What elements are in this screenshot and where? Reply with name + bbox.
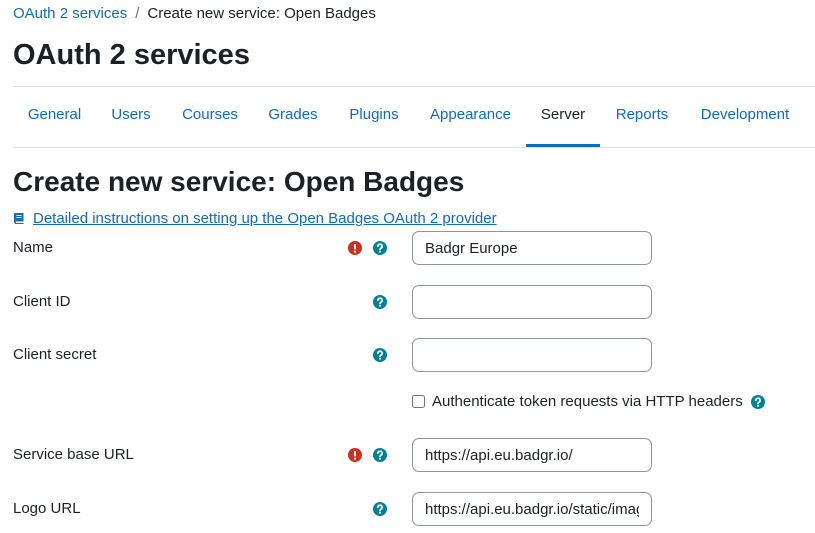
name-input[interactable] xyxy=(412,231,652,265)
auth-header-checkbox[interactable] xyxy=(412,395,425,408)
tab-appearance[interactable]: Appearance xyxy=(416,87,525,145)
logo-url-label: Logo URL xyxy=(13,500,81,517)
admin-tabs: General Users Courses Grades Plugins App… xyxy=(13,86,815,148)
help-icon[interactable] xyxy=(751,395,765,409)
client-id-label: Client ID xyxy=(13,293,71,310)
tab-grades[interactable]: Grades xyxy=(256,87,330,145)
tab-general[interactable]: General xyxy=(13,87,96,145)
tab-courses[interactable]: Courses xyxy=(167,87,253,145)
help-icon[interactable] xyxy=(373,295,387,309)
help-icon[interactable] xyxy=(373,502,387,516)
section-title: Create new service: Open Badges xyxy=(13,166,465,197)
breadcrumb-separator: / xyxy=(135,5,140,22)
required-icon xyxy=(348,448,362,462)
page-title: OAuth 2 services xyxy=(13,39,250,71)
client-secret-input[interactable] xyxy=(412,338,652,372)
help-icon[interactable] xyxy=(373,241,387,255)
tab-development[interactable]: Development xyxy=(685,87,805,145)
instructions-link-text: Detailed instructions on setting up the … xyxy=(33,210,497,227)
instructions-link[interactable]: Detailed instructions on setting up the … xyxy=(13,210,497,228)
tab-plugins[interactable]: Plugins xyxy=(334,87,414,145)
auth-header-label[interactable]: Authenticate token requests via HTTP hea… xyxy=(432,393,743,411)
breadcrumb-link-oauth2-services[interactable]: OAuth 2 services xyxy=(13,5,127,22)
help-icon[interactable] xyxy=(373,448,387,462)
tab-reports[interactable]: Reports xyxy=(602,87,682,145)
page: OAuth 2 services / Create new service: Ope… xyxy=(0,0,815,533)
help-icon[interactable] xyxy=(373,348,387,362)
tab-users[interactable]: Users xyxy=(99,87,163,145)
book-icon xyxy=(14,213,24,224)
breadcrumb-current: Create new service: Open Badges xyxy=(147,5,376,22)
client-id-input[interactable] xyxy=(412,285,652,319)
logo-url-input[interactable] xyxy=(412,492,652,526)
client-secret-label: Client secret xyxy=(13,346,97,363)
service-base-url-label: Service base URL xyxy=(13,446,134,463)
name-label: Name xyxy=(13,239,54,256)
tab-server[interactable]: Server xyxy=(526,87,600,147)
service-base-url-input[interactable] xyxy=(412,438,652,472)
breadcrumb: OAuth 2 services / Create new service: Ope… xyxy=(13,5,376,23)
required-icon xyxy=(348,241,362,255)
